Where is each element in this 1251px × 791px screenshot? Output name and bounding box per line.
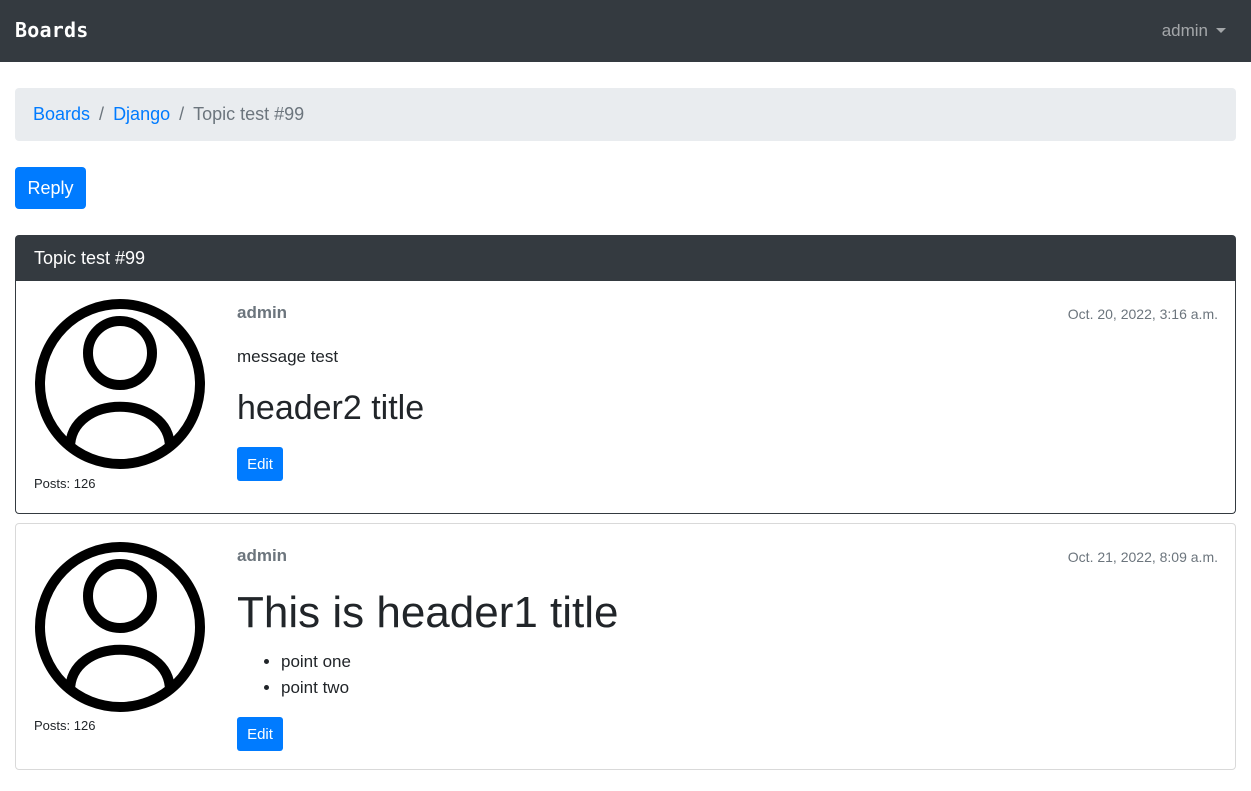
- navbar: Boards admin: [0, 0, 1251, 62]
- caret-down-icon: [1216, 28, 1226, 33]
- post-message: message test: [237, 347, 339, 366]
- post-card: Posts: 126 admin Oct. 20, 2022, 3:16 a.m…: [15, 281, 1236, 514]
- user-dropdown[interactable]: admin: [1162, 21, 1226, 41]
- breadcrumb-separator: /: [179, 104, 185, 124]
- post-date: Oct. 20, 2022, 3:16 a.m.: [1067, 306, 1218, 322]
- post-author: admin: [237, 546, 288, 565]
- post-heading: header2 title: [237, 389, 425, 427]
- brand-link[interactable]: Boards: [15, 18, 88, 42]
- edit-button[interactable]: Edit: [237, 717, 283, 751]
- posts-count: Posts: 126: [34, 718, 96, 733]
- breadcrumb-item-django[interactable]: Django: [113, 104, 170, 124]
- edit-button[interactable]: Edit: [237, 447, 283, 481]
- reply-button[interactable]: Reply: [15, 167, 86, 209]
- user-name: admin: [1161, 21, 1208, 40]
- post-heading: This is header1 title: [237, 588, 619, 637]
- post-list: point one point two: [237, 649, 351, 701]
- breadcrumb-separator: /: [99, 104, 105, 124]
- avatar-icon: [35, 299, 205, 469]
- topic-header: Topic test #99: [15, 235, 1236, 281]
- list-item: point two: [281, 675, 351, 701]
- breadcrumb: Boards / Django / Topic test #99: [15, 88, 1236, 141]
- topic-title: Topic test #99: [34, 248, 146, 268]
- post-card: Posts: 126 admin Oct. 21, 2022, 8:09 a.m…: [15, 523, 1236, 770]
- avatar-icon: [35, 542, 205, 712]
- post-date: Oct. 21, 2022, 8:09 a.m.: [1067, 549, 1218, 565]
- post-author: admin: [237, 303, 288, 322]
- breadcrumb-item-boards[interactable]: Boards: [33, 104, 90, 124]
- breadcrumb-item-active: Topic test #99: [193, 104, 305, 124]
- list-item: point one: [281, 649, 351, 675]
- posts-count: Posts: 126: [34, 476, 96, 491]
